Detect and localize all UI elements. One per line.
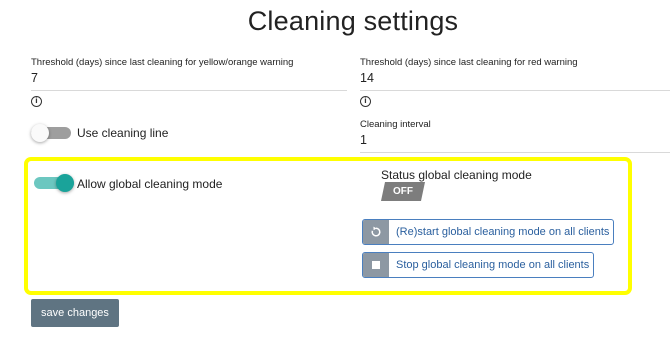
red-threshold-label: Threshold (days) since last cleaning for… xyxy=(360,57,578,68)
restart-icon xyxy=(363,220,389,244)
red-threshold-field[interactable]: Threshold (days) since last cleaning for… xyxy=(360,57,670,93)
global-cleaning-status-label: Status global cleaning mode xyxy=(381,168,532,182)
use-cleaning-line-label: Use cleaning line xyxy=(77,126,169,140)
save-changes-button[interactable]: save changes xyxy=(31,299,119,327)
restart-global-cleaning-button[interactable]: (Re)start global cleaning mode on all cl… xyxy=(362,219,614,245)
restart-global-cleaning-label: (Re)start global cleaning mode on all cl… xyxy=(396,226,610,238)
info-icon[interactable]: i xyxy=(360,96,371,107)
cleaning-interval-underline xyxy=(360,152,670,153)
cleaning-interval-label: Cleaning interval xyxy=(360,119,431,130)
allow-global-cleaning-toggle[interactable] xyxy=(34,174,76,192)
status-badge: OFF xyxy=(381,182,425,201)
yellow-threshold-underline xyxy=(31,90,347,91)
page-title: Cleaning settings xyxy=(247,6,459,36)
stop-icon xyxy=(363,253,389,277)
toggle-thumb xyxy=(31,124,49,142)
stop-square xyxy=(372,261,380,269)
cleaning-interval-field[interactable]: Cleaning interval 1 xyxy=(360,119,670,155)
stop-global-cleaning-button[interactable]: Stop global cleaning mode on all clients xyxy=(362,252,594,278)
yellow-threshold-field[interactable]: Threshold (days) since last cleaning for… xyxy=(31,57,347,93)
yellow-threshold-label: Threshold (days) since last cleaning for… xyxy=(31,57,294,68)
stop-global-cleaning-label: Stop global cleaning mode on all clients xyxy=(396,259,590,271)
red-threshold-underline xyxy=(360,90,670,91)
use-cleaning-line-toggle[interactable] xyxy=(31,124,73,142)
red-threshold-value[interactable]: 14 xyxy=(360,71,374,85)
toggle-thumb xyxy=(56,174,74,192)
allow-global-cleaning-label: Allow global cleaning mode xyxy=(77,177,223,191)
info-icon[interactable]: i xyxy=(31,96,42,107)
cleaning-interval-value[interactable]: 1 xyxy=(360,133,367,147)
yellow-threshold-value[interactable]: 7 xyxy=(31,71,38,85)
